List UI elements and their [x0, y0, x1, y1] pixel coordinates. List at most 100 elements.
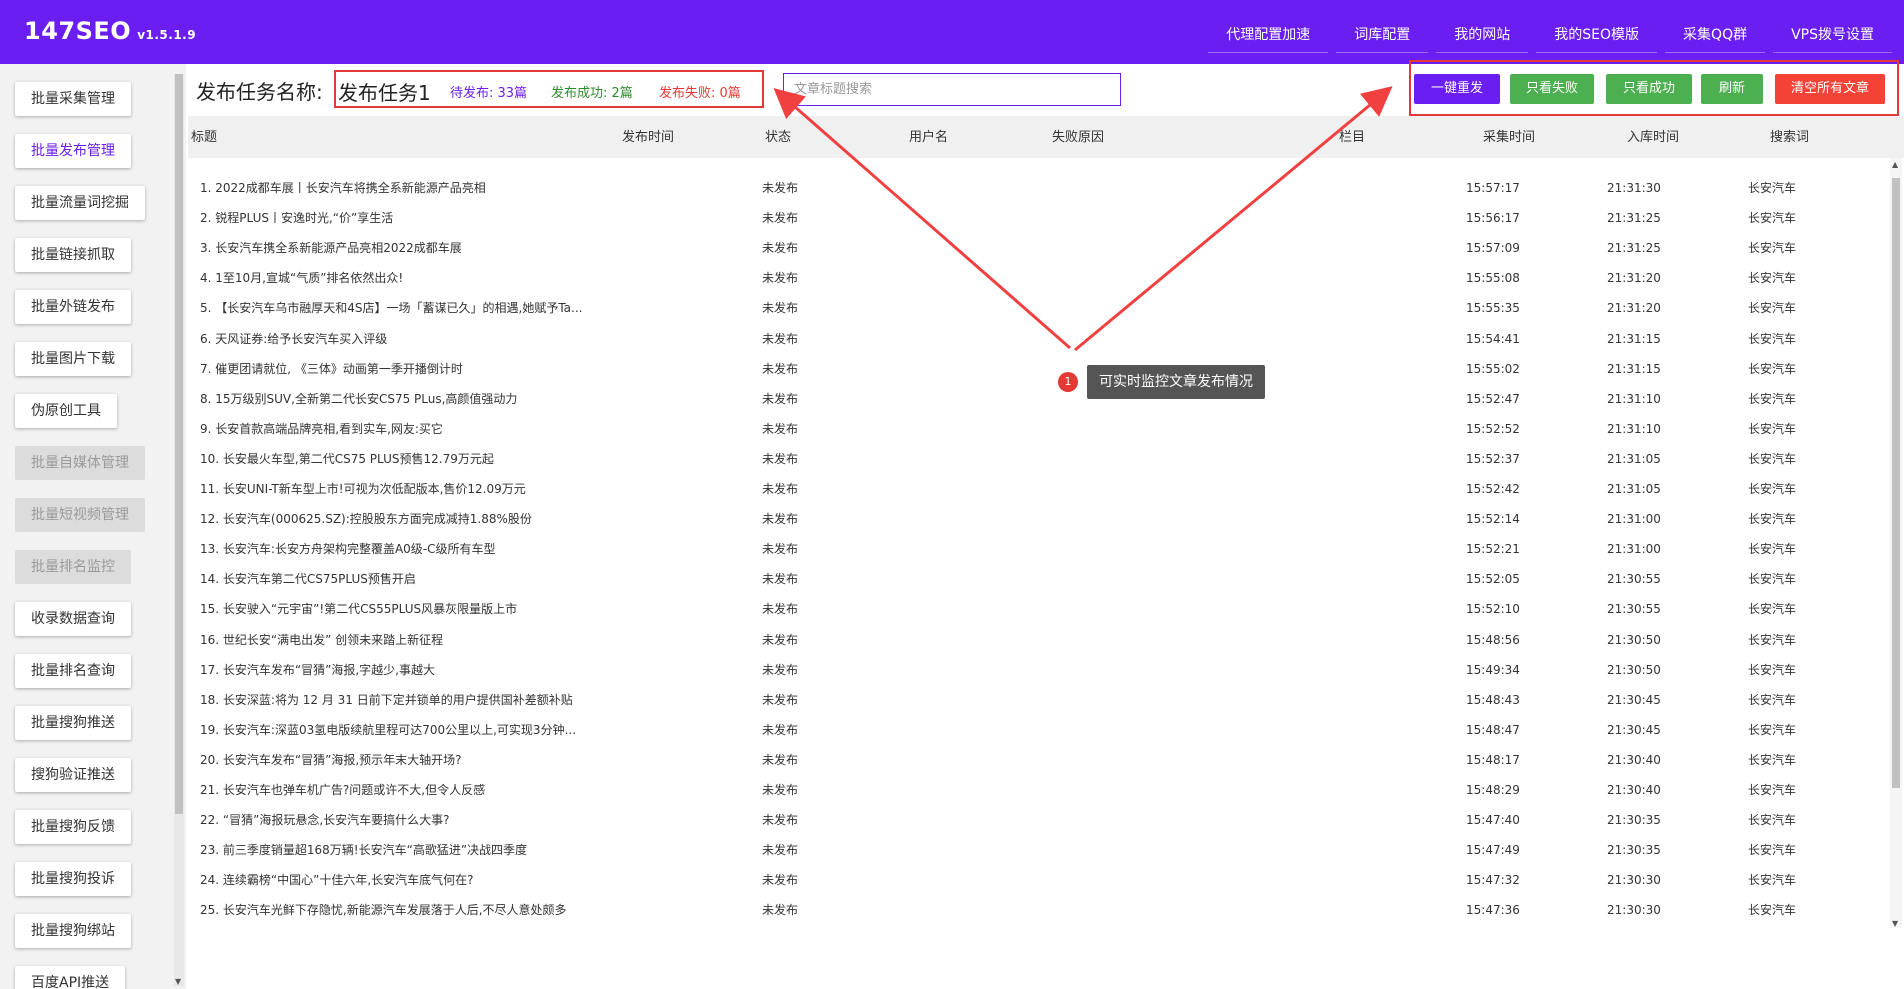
row-collect-time: 15:55:02 — [1466, 362, 1520, 376]
table-row[interactable]: 5. 【长安汽车乌市融厚天和4S店】一场「蓄谋已久」的相遇,她赋予Ta... 未发… — [188, 293, 1898, 323]
sidebar-item-image-download[interactable]: 批量图片下载 — [15, 342, 131, 376]
row-search-keyword: 长安汽车 — [1748, 332, 1797, 346]
col-fail-reason[interactable]: 失败原因 — [1052, 126, 1104, 145]
nav-qq-group[interactable]: 采集QQ群 — [1665, 20, 1766, 53]
sidebar-scrollbar[interactable]: ▼ — [174, 74, 184, 986]
table-row[interactable]: 25. 长安汽车光鲜下存隐忧,新能源汽车发展落于人后,不尽人意处颇多 未发布 15:… — [188, 895, 1898, 925]
table-row[interactable]: 13. 长安汽车:长安方舟架构完整覆盖A0级-C级所有车型 未发布 15:52:21… — [188, 534, 1898, 564]
scroll-down-icon[interactable]: ▼ — [175, 977, 181, 986]
table-row[interactable]: 19. 长安汽车:深蓝03氢电版续航里程可达700公里以上,可实现3分钟... 未… — [188, 715, 1898, 745]
sidebar-item-rank-query[interactable]: 批量排名查询 — [15, 654, 131, 688]
row-search-keyword: 长安汽车 — [1748, 843, 1797, 857]
table-row[interactable]: 22. “冒猜”海报玩悬念,长安汽车要搞什么大事? 未发布 15:47:40 21:3… — [188, 805, 1898, 835]
sidebar-item-sogou-bind[interactable]: 批量搜狗绑站 — [15, 914, 131, 948]
row-search-keyword: 长安汽车 — [1748, 301, 1797, 315]
col-search-keyword[interactable]: 搜索词 — [1770, 126, 1809, 145]
row-title: 1. 2022成都车展丨长安汽车将携全系新能源产品亮相 — [200, 181, 486, 195]
sidebar-item-backlink-publish[interactable]: 批量外链发布 — [15, 290, 131, 324]
sidebar-item-link-crawl[interactable]: 批量链接抓取 — [15, 238, 131, 272]
table-row[interactable]: 17. 长安汽车发布“冒猜”海报,字越少,事越大 未发布 15:49:34 21:30… — [188, 655, 1898, 685]
row-title: 8. 15万级别SUV,全新第二代长安CS75 PLus,高颜值强动力 — [200, 392, 518, 406]
table-row[interactable]: 18. 长安深蓝:将为 12 月 31 日前下定并锁单的用户提供国补差额补贴 未发… — [188, 685, 1898, 715]
table-row[interactable]: 11. 长安UNI-T新车型上市!可视为次低配版本,售价12.09万元 未发布 15… — [188, 474, 1898, 504]
nav-keyword-config[interactable]: 词库配置 — [1336, 20, 1429, 53]
sidebar-item-short-video[interactable]: 批量短视频管理 — [15, 498, 145, 532]
table-row[interactable]: 23. 前三季度销量超168万辆!长安汽车“高歌猛进”决战四季度 未发布 15:47… — [188, 835, 1898, 865]
row-collect-time: 15:47:49 — [1466, 843, 1520, 857]
nav-proxy-config[interactable]: 代理配置加速 — [1208, 20, 1329, 53]
sidebar-item-index-query[interactable]: 收录数据查询 — [15, 602, 131, 636]
only-failed-button[interactable]: 只看失败 — [1510, 74, 1594, 104]
sidebar-scroll-thumb[interactable] — [175, 74, 183, 814]
row-status: 未发布 — [762, 512, 799, 526]
table-row[interactable]: 1. 2022成都车展丨长安汽车将携全系新能源产品亮相 未发布 15:57:17 21… — [188, 173, 1898, 203]
nav-my-sites[interactable]: 我的网站 — [1436, 20, 1529, 53]
sidebar-item-sogou-push[interactable]: 批量搜狗推送 — [15, 706, 131, 740]
sidebar-item-sogou-complaint[interactable]: 批量搜狗投诉 — [15, 862, 131, 896]
sidebar-item-self-media[interactable]: 批量自媒体管理 — [15, 446, 145, 480]
row-status: 未发布 — [762, 572, 799, 586]
sidebar-item-sogou-verify-push[interactable]: 搜狗验证推送 — [15, 758, 131, 792]
row-store-time: 21:31:15 — [1607, 362, 1661, 376]
row-search-keyword: 长安汽车 — [1748, 903, 1797, 917]
row-store-time: 21:31:10 — [1607, 392, 1661, 406]
row-store-time: 21:31:25 — [1607, 211, 1661, 225]
row-search-keyword: 长安汽车 — [1748, 271, 1797, 285]
only-success-button[interactable]: 只看成功 — [1606, 74, 1692, 104]
table-scroll-thumb[interactable] — [1892, 178, 1900, 788]
table-row[interactable]: 2. 锐程PLUS丨安逸时光,“价”享生活 未发布 15:56:17 21:31:25… — [188, 203, 1898, 233]
row-store-time: 21:30:55 — [1607, 572, 1661, 586]
sidebar-item-batch-collect[interactable]: 批量采集管理 — [15, 82, 131, 116]
col-title[interactable]: 标题 — [191, 126, 217, 145]
table-row[interactable]: 12. 长安汽车(000625.SZ):控股股东方面完成减持1.88%股份 未发布… — [188, 504, 1898, 534]
row-collect-time: 15:52:05 — [1466, 572, 1520, 586]
table-row[interactable]: 10. 长安最火车型,第二代CS75 PLUS预售12.79万元起 未发布 15:5… — [188, 444, 1898, 474]
table-row[interactable]: 9. 长安首款高端品牌亮相,看到实车,网友:买它 未发布 15:52:52 21:31… — [188, 414, 1898, 444]
republish-all-button[interactable]: 一键重发 — [1414, 74, 1500, 104]
sidebar-item-traffic-keywords[interactable]: 批量流量词挖掘 — [15, 186, 145, 220]
sidebar-item-batch-publish[interactable]: 批量发布管理 — [15, 134, 131, 168]
refresh-button[interactable]: 刷新 — [1701, 74, 1763, 104]
row-status: 未发布 — [762, 301, 799, 315]
sidebar-item-sogou-feedback[interactable]: 批量搜狗反馈 — [15, 810, 131, 844]
col-username[interactable]: 用户名 — [909, 126, 948, 145]
row-search-keyword: 长安汽车 — [1748, 572, 1797, 586]
clear-all-articles-button[interactable]: 清空所有文章 — [1775, 74, 1885, 104]
scroll-up-icon[interactable]: ▲ — [1892, 160, 1898, 169]
table-row[interactable]: 8. 15万级别SUV,全新第二代长安CS75 PLus,高颜值强动力 未发布 15… — [188, 384, 1898, 414]
col-store-time[interactable]: 入库时间 — [1627, 126, 1679, 145]
col-category[interactable]: 栏目 — [1339, 126, 1365, 145]
row-status: 未发布 — [762, 362, 799, 376]
row-collect-time: 15:55:35 — [1466, 301, 1520, 315]
table-row[interactable]: 15. 长安驶入“元宇宙”!第二代CS55PLUS风暴灰限量版上市 未发布 15:5… — [188, 594, 1898, 624]
col-status[interactable]: 状态 — [765, 126, 791, 145]
nav-seo-templates[interactable]: 我的SEO模版 — [1536, 20, 1658, 53]
row-store-time: 21:30:35 — [1607, 813, 1661, 827]
sidebar-item-pseudo-original[interactable]: 伪原创工具 — [15, 394, 117, 428]
article-title-search-input[interactable] — [783, 73, 1121, 106]
col-publish-time[interactable]: 发布时间 — [622, 126, 674, 145]
nav-vps-dialup[interactable]: VPS拨号设置 — [1773, 20, 1892, 53]
table-row[interactable]: 16. 世纪长安“满电出发” 创领未来踏上新征程 未发布 15:48:56 21:30… — [188, 625, 1898, 655]
col-collect-time[interactable]: 采集时间 — [1483, 126, 1535, 145]
table-scrollbar[interactable]: ▲ ▼ — [1890, 158, 1902, 928]
row-title: 13. 长安汽车:长安方舟架构完整覆盖A0级-C级所有车型 — [200, 542, 496, 556]
table-row[interactable]: 3. 长安汽车携全系新能源产品亮相2022成都车展 未发布 15:57:09 21:3… — [188, 233, 1898, 263]
table-row[interactable]: 6. 天风证券:给予长安汽车买入评级 未发布 15:54:41 21:31:15 长安汽… — [188, 324, 1898, 354]
sidebar-item-baidu-api-push[interactable]: 百度API推送 — [15, 966, 126, 989]
table-row[interactable]: 21. 长安汽车也弹车机广告?问题或许不大,但令人反感 未发布 15:48:29 21… — [188, 775, 1898, 805]
table-row[interactable]: 14. 长安汽车第二代CS75PLUS预售开启 未发布 15:52:05 21:30:… — [188, 564, 1898, 594]
sidebar-item-rank-monitor[interactable]: 批量排名监控 — [15, 550, 131, 584]
brand-name: 147SEO — [24, 17, 132, 45]
table-row[interactable]: 7. 催更团请就位, 《三体》动画第一季开播倒计时 未发布 15:55:02 21:3… — [188, 354, 1898, 384]
row-store-time: 21:30:50 — [1607, 663, 1661, 677]
row-collect-time: 15:55:08 — [1466, 271, 1520, 285]
scroll-down-icon[interactable]: ▼ — [1892, 919, 1898, 928]
table-row[interactable]: 20. 长安汽车发布“冒猜”海报,预示年末大轴开场? 未发布 15:48:17 21:… — [188, 745, 1898, 775]
row-search-keyword: 长安汽车 — [1748, 422, 1797, 436]
table-row[interactable]: 4. 1至10月,宣城“气质”排名依然出众! 未发布 15:55:08 21:31:2… — [188, 263, 1898, 293]
table-row[interactable]: 24. 连续霸榜“中国心”十佳六年,长安汽车底气何在? 未发布 15:47:32 21… — [188, 865, 1898, 895]
row-title: 11. 长安UNI-T新车型上市!可视为次低配版本,售价12.09万元 — [200, 482, 526, 496]
annotation-tooltip: 可实时监控文章发布情况 — [1087, 365, 1265, 399]
row-collect-time: 15:52:21 — [1466, 542, 1520, 556]
